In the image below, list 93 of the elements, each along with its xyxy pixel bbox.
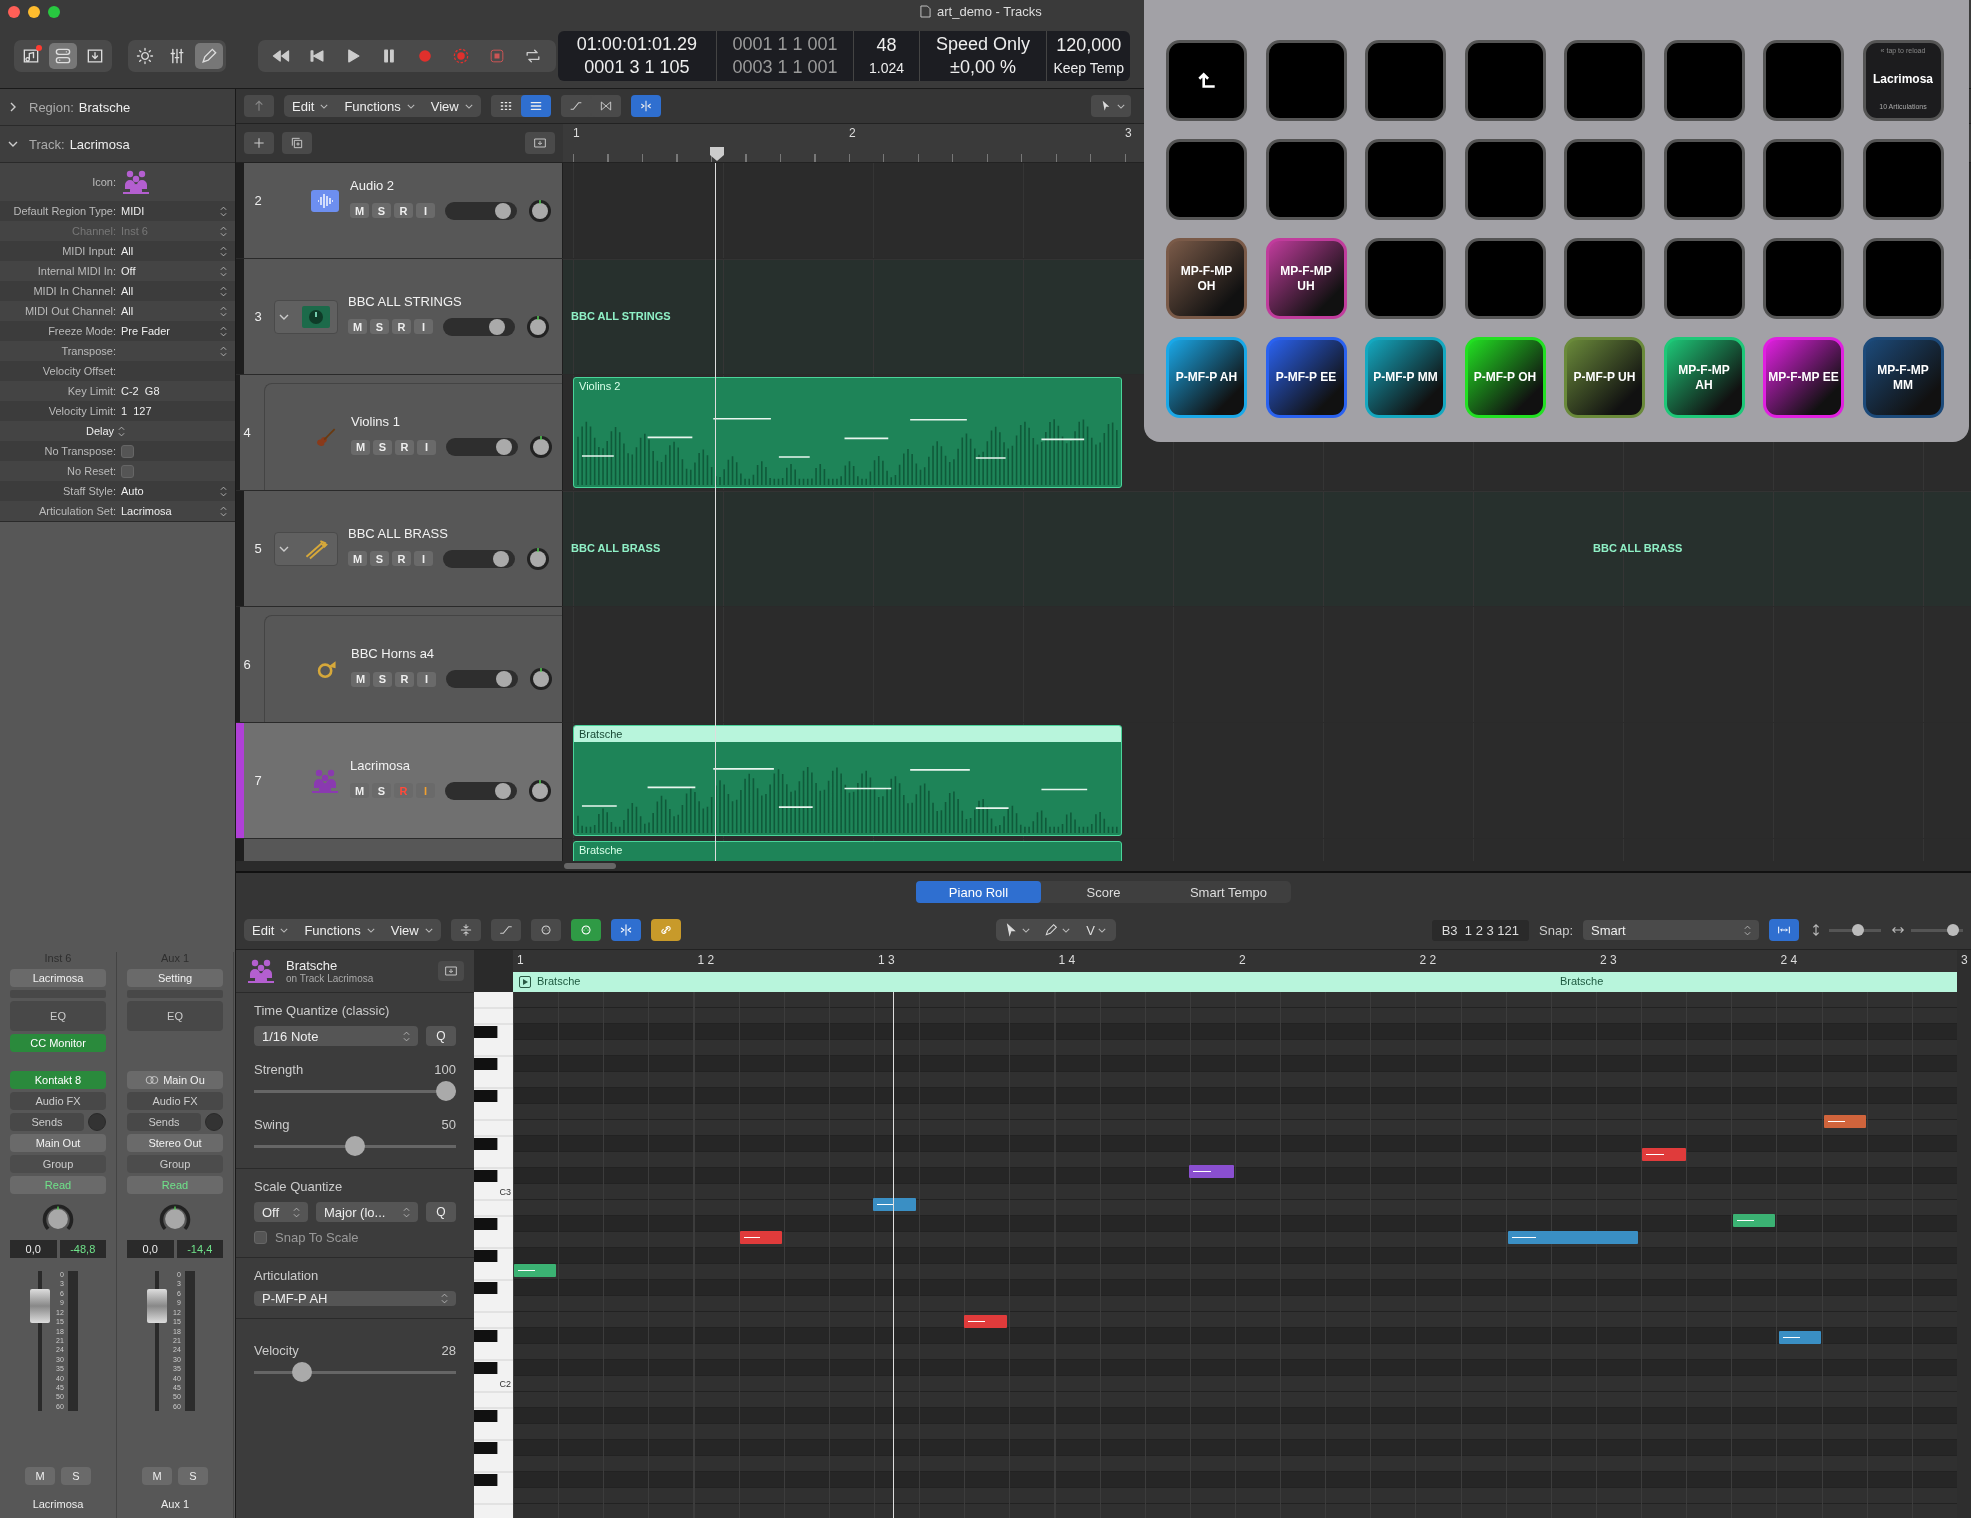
region-name: Bratsche	[286, 958, 339, 973]
section-title: Scale Quantize	[254, 1179, 344, 1194]
region-name: Bratsche	[78, 99, 131, 115]
tempo-value: 48	[876, 34, 897, 56]
peak-value: -14,4	[176, 1240, 223, 1258]
folder-label: BBC ALL BRASS	[571, 542, 661, 554]
key-label: MP-F-MP MM	[1876, 362, 1930, 393]
param-label: MIDI In Channel:	[32, 285, 117, 297]
param-label: Velocity Limit:	[47, 405, 117, 417]
track-number: 6	[242, 656, 252, 674]
track-number: 4	[242, 424, 252, 442]
key-label: C3	[499, 1186, 511, 1198]
bar-number: 3	[1125, 126, 1132, 140]
track-name: Lacrimosa	[350, 757, 411, 773]
param-label: No Transpose:	[43, 445, 117, 457]
bpm-value: 120,000	[1056, 34, 1122, 56]
section-title: Articulation	[254, 1268, 320, 1283]
param-label: Freeze Mode:	[47, 325, 117, 337]
slider-value: 100	[434, 1062, 456, 1077]
locator-end: 0003 1 1 001	[732, 57, 838, 78]
bar-number: 1 2	[697, 953, 715, 967]
position-display: B3 1 2 3 121	[1431, 919, 1529, 941]
key-label: P-MF-P UH	[1572, 370, 1637, 385]
peak-value: -48,8	[59, 1240, 106, 1258]
param-label: Staff Style:	[62, 485, 117, 497]
mode-value: Speed Only	[936, 34, 1031, 55]
param-label: Icon:	[91, 176, 117, 188]
bar-number: 2	[849, 126, 856, 140]
param-label: Velocity Offset:	[41, 365, 117, 377]
track-number: 3	[253, 308, 263, 326]
region-name: Bratsche	[537, 975, 581, 987]
key-label: P-MF-P MM	[1372, 370, 1439, 385]
section-title: Time Quantize (classic)	[254, 1003, 391, 1018]
slider-label: Strength	[254, 1062, 304, 1077]
key-label: MP-F-MP AH	[1677, 362, 1731, 393]
param-label: Default Region Type:	[12, 205, 117, 217]
param-label: Internal MIDI In:	[36, 265, 117, 277]
bar-number: 1 4	[1058, 953, 1076, 967]
checkbox-label: Snap To Scale	[275, 1230, 359, 1245]
offset-value: ±0,00 %	[950, 57, 1017, 78]
key-label: MP-F-MP EE	[1767, 370, 1840, 385]
track-name: BBC ALL BRASS	[348, 525, 449, 541]
bar-number: 1 3	[878, 953, 895, 967]
track-name: BBC ALL STRINGS	[348, 293, 463, 309]
track-number: 7	[253, 772, 263, 790]
key-label: P-MF-P AH	[1174, 370, 1239, 385]
slider-label: Velocity	[254, 1343, 299, 1358]
track-label: Track:	[29, 136, 65, 152]
slider-value: 50	[441, 1117, 456, 1132]
time-position: 01:00:01:01.29	[576, 34, 697, 55]
division-value: 1.024	[868, 58, 904, 78]
param-label: MIDI Input:	[61, 245, 117, 257]
track-name: Violins 1	[351, 414, 401, 429]
locator-start: 0001 1 1 001	[732, 34, 838, 55]
bar-position: 0001 3 1 105	[584, 57, 690, 78]
bar-number: 2 3	[1600, 953, 1617, 967]
key-label: P-MF-P OH	[1472, 370, 1538, 385]
region-name: Bratsche	[574, 726, 1121, 742]
param-label: MIDI Out Channel:	[23, 305, 117, 317]
region-label: Region:	[29, 99, 74, 115]
window-title: art_demo - Tracks	[937, 4, 1042, 19]
key-label: MP-F-MP UH	[1279, 263, 1333, 294]
key-label: MP-F-MP OH	[1179, 263, 1234, 294]
param-label: Transpose:	[60, 345, 117, 357]
bar-number: 2 4	[1780, 953, 1798, 967]
track-name: BBC Horns a4	[351, 646, 436, 661]
region-name: Violins 2	[578, 379, 622, 394]
bar-number: 2 2	[1419, 953, 1437, 967]
param-label: Key Limit:	[66, 385, 117, 397]
region-name: Bratsche	[1559, 975, 1604, 987]
key-title: Lacrimosa	[1873, 71, 1933, 86]
track-name: Audio 2	[350, 177, 396, 193]
region-track: on Track Lacrimosa	[286, 973, 375, 984]
region-name: Bratsche	[578, 843, 624, 858]
channel-strip-name: Aux 1	[160, 1498, 190, 1510]
bar-number: 2	[1239, 953, 1246, 967]
snap-label: Snap:	[1539, 922, 1573, 938]
param-label: No Reset:	[66, 465, 117, 477]
channel-strip-name: Lacrimosa	[32, 1498, 84, 1510]
bar-number: 3	[1961, 953, 1968, 967]
bar-number: 1	[517, 953, 524, 967]
slider-label: Swing	[254, 1117, 290, 1132]
folder-label: BBC ALL BRASS	[1593, 542, 1683, 554]
folder-label: BBC ALL STRINGS	[571, 310, 671, 322]
bar-number: 1	[573, 126, 580, 140]
tempo-mode: Keep Temp	[1053, 58, 1124, 78]
key-label: P-MF-P EE	[1274, 370, 1338, 385]
track-number: 2	[253, 192, 263, 210]
track-name: Lacrimosa	[69, 136, 130, 152]
slider-value: 28	[441, 1343, 456, 1358]
track-number: 5	[253, 540, 263, 558]
param-label: Articulation Set:	[37, 505, 117, 517]
key-label: C2	[499, 1378, 511, 1390]
